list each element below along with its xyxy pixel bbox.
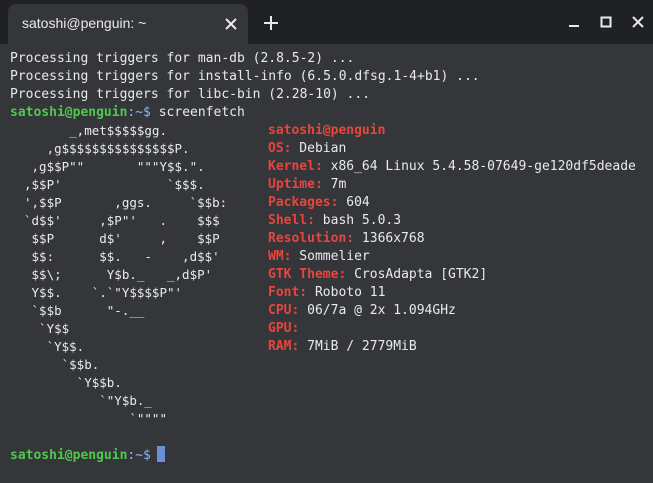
terminal-area[interactable]: Processing triggers for man-db (2.8.5-2)… (0, 44, 653, 483)
info-value: 1366x768 (354, 231, 425, 246)
info-row-font: Font: Roboto 11 (268, 284, 385, 302)
logo-line: `$$b. (24, 357, 100, 372)
command-line: satoshi@penguin:~$ screenfetch (10, 104, 245, 122)
info-value: 7m (322, 177, 347, 192)
logo-line: ,g$$P"" """Y$$.". (24, 159, 205, 174)
tab-title: satoshi@penguin: ~ (22, 15, 147, 31)
logo-line: ,$$P' `$$$. (24, 177, 205, 192)
info-value: Sommelier (291, 249, 370, 264)
info-row-gpu: GPU: (268, 320, 299, 338)
logo-line: $$\; Y$b._ _,d$P' (24, 267, 213, 282)
info-value: Roboto 11 (307, 285, 386, 300)
maximize-icon (600, 16, 612, 28)
info-key: WM: (268, 249, 292, 264)
info-key: Font: (268, 285, 308, 300)
final-prompt-line[interactable]: satoshi@penguin:~$ (10, 446, 165, 464)
title-bar: satoshi@penguin: ~ (0, 0, 653, 44)
prompt-path: :~$ (127, 448, 151, 463)
info-key: OS: (268, 141, 292, 156)
info-user-host: satoshi@penguin (268, 122, 385, 140)
output-line: Processing triggers for install-info (6.… (10, 69, 480, 84)
logo-line: `Y$$. (24, 339, 85, 354)
logo-line: _,met$$$$$gg. (24, 123, 167, 138)
info-row-packages: Packages: 604 (268, 194, 370, 212)
logo-line: `"""" (24, 411, 167, 426)
new-tab-button[interactable] (260, 12, 282, 34)
info-row-kernel: Kernel: x86_64 Linux 5.4.58-07649-ge120d… (268, 158, 636, 176)
close-icon (632, 16, 644, 28)
info-key: GPU: (268, 321, 300, 336)
logo-line: $$: $$. - ,d$$' (24, 249, 220, 264)
info-key: Uptime: (268, 177, 323, 192)
info-value: CrosAdapta [GTK2] (346, 267, 488, 282)
prompt-user: satoshi@penguin (10, 105, 128, 120)
logo-line: `Y$$ (24, 321, 70, 336)
maximize-button[interactable] (594, 10, 618, 34)
info-row-uptime: Uptime: 7m (268, 176, 346, 194)
info-row-cpu: CPU: 06/7a @ 2x 1.094GHz (268, 302, 456, 320)
info-value: Debian (291, 141, 347, 156)
plus-icon (264, 16, 278, 30)
info-key: GTK Theme: (268, 267, 347, 282)
info-value: bash 5.0.3 (314, 213, 402, 228)
command-text: screenfetch (150, 105, 245, 120)
info-key: CPU: (268, 303, 300, 318)
logo-line: `$$b "-.__ (24, 303, 145, 318)
minimize-icon (569, 25, 579, 27)
close-icon (225, 18, 237, 30)
logo-line: `Y$$b. (24, 375, 122, 390)
info-value: 7MiB / 2779MiB (299, 339, 417, 354)
logo-line: ',$$P ,ggs. `$$b: (24, 195, 228, 210)
output-line: Processing triggers for man-db (2.8.5-2)… (10, 51, 355, 66)
info-row-resolution: Resolution: 1366x768 (268, 230, 425, 248)
info-key: Resolution: (268, 231, 355, 246)
info-row-os: OS: Debian (268, 140, 346, 158)
info-value: 06/7a @ 2x 1.094GHz (299, 303, 456, 318)
info-value: x86_64 Linux 5.4.58-07649-ge120df5deade (322, 159, 636, 174)
logo-line: `"Y$b._ (24, 393, 152, 408)
logo-line: ,g$$$$$$$$$$$$$$$P. (24, 141, 190, 156)
logo-line: $$P d$' , $$P (24, 231, 220, 246)
tab-close-button[interactable] (220, 13, 242, 35)
output-line: Processing triggers for libc-bin (2.28-1… (10, 87, 371, 102)
tab-terminal[interactable]: satoshi@penguin: ~ (8, 4, 248, 44)
info-row-gtk-theme: GTK Theme: CrosAdapta [GTK2] (268, 266, 487, 284)
info-user-host-text: satoshi@penguin (268, 123, 386, 138)
prompt-user: satoshi@penguin (10, 448, 128, 463)
info-key: Kernel: (268, 159, 323, 174)
window-close-button[interactable] (626, 10, 650, 34)
info-key: Packages: (268, 195, 339, 210)
logo-line: Y$$. `.`"Y$$$$P"' (24, 285, 183, 300)
terminal-window: satoshi@penguin: ~ Processing triggers f… (0, 0, 653, 483)
logo-line: `d$$' ,$P"' . $$$ (24, 213, 220, 228)
minimize-button[interactable] (562, 10, 586, 34)
info-row-wm: WM: Sommelier (268, 248, 370, 266)
info-key: Shell: (268, 213, 315, 228)
text-cursor (156, 446, 165, 462)
info-row-shell: Shell: bash 5.0.3 (268, 212, 401, 230)
info-row-ram: RAM: 7MiB / 2779MiB (268, 338, 417, 356)
info-value: 604 (338, 195, 370, 210)
info-key: RAM: (268, 339, 300, 354)
prompt-path: :~$ (127, 105, 151, 120)
